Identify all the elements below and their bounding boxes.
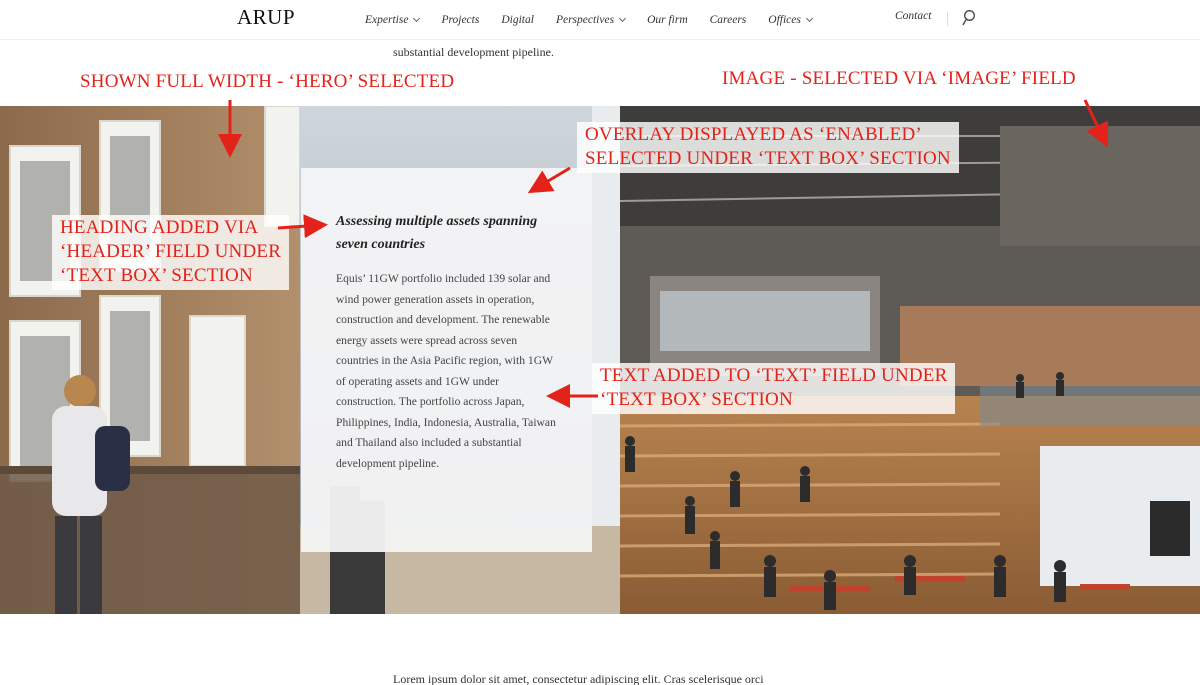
top-navigation: ARUP Expertise Projects Digital Perspect… bbox=[0, 0, 1200, 40]
hero-body-text: Equis’ 11GW portfolio included 139 solar… bbox=[336, 272, 556, 470]
search-icon[interactable] bbox=[962, 9, 976, 27]
hero-image bbox=[0, 106, 1200, 614]
chevron-down-icon bbox=[413, 14, 421, 23]
contact-link[interactable]: Contact bbox=[895, 10, 931, 22]
annotation-line: HEADING ADDED VIA bbox=[60, 217, 259, 238]
nav-item-digital[interactable]: Digital bbox=[501, 14, 534, 26]
nav-item-perspectives[interactable]: Perspectives bbox=[555, 14, 627, 26]
body-paragraph: Lorem ipsum dolor sit amet, consectetur … bbox=[393, 672, 764, 685]
chevron-down-icon bbox=[805, 14, 813, 23]
nav-item-label: Offices bbox=[768, 14, 801, 26]
annotation-line: TEXT ADDED TO ‘TEXT’ FIELD UNDER bbox=[600, 365, 948, 386]
annotation-overlay-enabled: OVERLAY DISPLAYED AS ‘ENABLED’ SELECTED … bbox=[577, 122, 959, 173]
hero-heading: Assessing multiple assets spanning seven… bbox=[336, 214, 538, 252]
nav-item-offices[interactable]: Offices bbox=[768, 14, 813, 26]
nav-item-label: Careers bbox=[709, 14, 747, 26]
nav-divider bbox=[947, 12, 948, 26]
nav-item-label: Projects bbox=[441, 14, 480, 26]
chevron-down-icon bbox=[619, 14, 627, 23]
annotation-line: ‘TEXT BOX’ SECTION bbox=[600, 389, 793, 410]
annotation-text-field: TEXT ADDED TO ‘TEXT’ FIELD UNDER ‘TEXT B… bbox=[592, 363, 956, 414]
main-menu: Expertise Projects Digital Perspectives … bbox=[365, 10, 834, 30]
annotation-line: SELECTED UNDER ‘TEXT BOX’ SECTION bbox=[585, 148, 951, 169]
nav-item-expertise[interactable]: Expertise bbox=[365, 14, 421, 26]
annotation-line: ‘HEADER’ FIELD UNDER bbox=[60, 241, 282, 262]
annotation-heading-field: HEADING ADDED VIA ‘HEADER’ FIELD UNDER ‘… bbox=[52, 215, 290, 290]
annotation-line: ‘TEXT BOX’ SECTION bbox=[60, 265, 253, 286]
annotation-line: OVERLAY DISPLAYED AS ‘ENABLED’ bbox=[585, 124, 922, 145]
annotation-image-field: IMAGE - SELECTED VIA ‘IMAGE’ FIELD bbox=[722, 68, 1076, 89]
nav-item-projects[interactable]: Projects bbox=[441, 14, 479, 26]
nav-item-label: Perspectives bbox=[555, 14, 615, 26]
nav-item-careers[interactable]: Careers bbox=[710, 14, 747, 26]
nav-item-label: Digital bbox=[501, 14, 534, 26]
intro-paragraph-end: substantial development pipeline. bbox=[393, 45, 554, 59]
nav-item-label: Our firm bbox=[647, 14, 688, 26]
nav-item-our-firm[interactable]: Our firm bbox=[647, 14, 688, 26]
arup-logo[interactable]: ARUP bbox=[237, 5, 295, 30]
nav-item-label: Expertise bbox=[365, 14, 409, 26]
annotation-hero-full-width: SHOWN FULL WIDTH - ‘HERO’ SELECTED bbox=[80, 71, 455, 92]
